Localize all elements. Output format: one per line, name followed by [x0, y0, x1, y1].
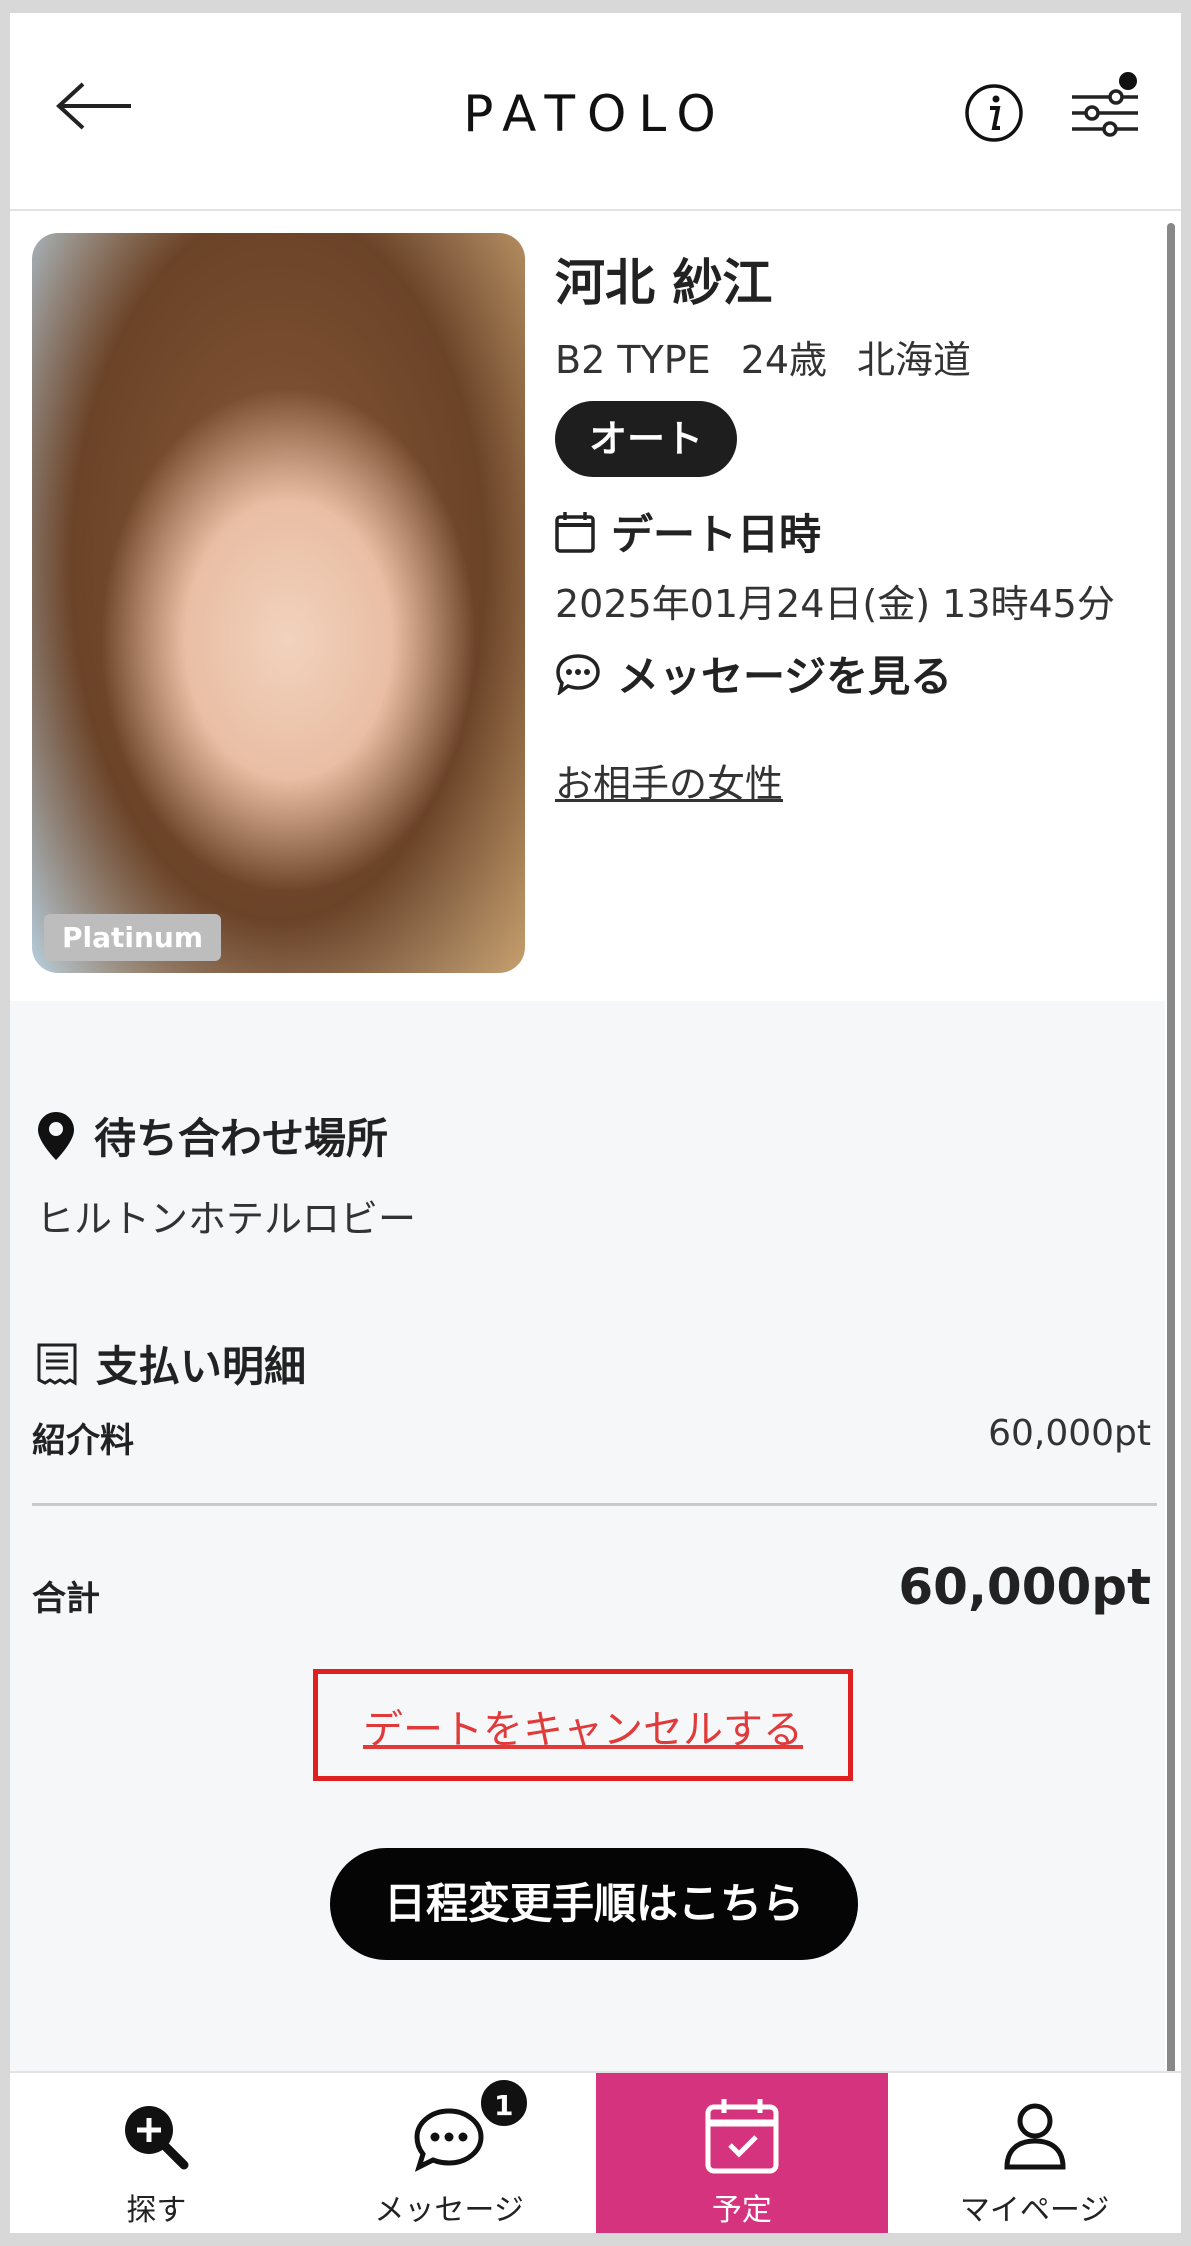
date-value: 2025年01月24日(金) 13時45分: [555, 582, 1115, 626]
profile-photo[interactable]: Platinum: [32, 233, 525, 973]
bottom-nav: 探す 1 メッセージ 予定 マイページ: [10, 2071, 1181, 2233]
rank-badge: Platinum: [44, 914, 222, 961]
nav-mypage[interactable]: マイページ: [888, 2073, 1181, 2233]
divider: [32, 1503, 1157, 1506]
payment-heading-label: 支払い明細: [96, 1342, 307, 1391]
nav-search-label: 探す: [126, 2193, 187, 2228]
profile-age: 24歳: [740, 338, 828, 382]
profile-type: B2 TYPE: [555, 338, 711, 382]
fee-label: 紹介料: [32, 1421, 134, 1461]
date-heading: デート日時: [555, 501, 821, 562]
profile-meta: B2 TYPE 24歳 北海道: [555, 329, 1001, 384]
nav-message-label: メッセージ: [374, 2193, 524, 2228]
reschedule-button[interactable]: 日程変更手順はこちら: [330, 1848, 858, 1960]
profile-name: 河北 紗江: [555, 254, 773, 312]
partner-link[interactable]: お相手の女性: [555, 753, 783, 808]
fee-value: 60,000pt: [988, 1413, 1151, 1454]
payment-heading: 支払い明細: [36, 1333, 306, 1394]
user-icon: [1004, 2103, 1066, 2170]
nav-schedule[interactable]: 予定: [595, 2073, 889, 2233]
nav-schedule-label: 予定: [711, 2193, 772, 2228]
nav-message[interactable]: 1 メッセージ: [303, 2073, 596, 2233]
total-label: 合計: [32, 1579, 100, 1619]
app-frame: PATOLO Platinum 河北 紗江 B2 TYPE 24歳 北海道 オート: [10, 13, 1181, 2233]
message-link-label: メッセージを見る: [617, 652, 953, 701]
sliders-icon[interactable]: [1070, 71, 1140, 151]
meeting-heading: 待ち合わせ場所: [36, 1105, 388, 1166]
search-plus-icon: [125, 2106, 189, 2170]
chat-icon: [414, 2108, 484, 2172]
scrollbar[interactable]: [1167, 223, 1175, 2083]
date-heading-label: デート日時: [611, 510, 822, 559]
cancel-date-link[interactable]: デートをキャンセルする: [313, 1697, 853, 1755]
meeting-heading-label: 待ち合わせ場所: [94, 1114, 389, 1163]
chat-bubble-icon: [556, 653, 600, 695]
total-value: 60,000pt: [898, 1558, 1151, 1616]
calendar-check-icon: [705, 2099, 779, 2174]
message-link[interactable]: メッセージを見る: [555, 643, 952, 704]
message-count-badge: 1: [477, 2077, 530, 2129]
nav-mypage-label: マイページ: [959, 2193, 1110, 2228]
location-pin-icon: [38, 1111, 74, 1160]
meeting-place: ヒルトンホテルロビー: [36, 1197, 417, 1241]
calendar-icon: [555, 511, 595, 553]
info-icon[interactable]: [964, 83, 1024, 143]
header: PATOLO: [10, 13, 1181, 211]
profile-region: 北海道: [857, 338, 972, 382]
mode-pill: オート: [555, 401, 737, 477]
receipt-icon: [37, 1343, 77, 1386]
nav-search[interactable]: 探す: [10, 2073, 303, 2233]
